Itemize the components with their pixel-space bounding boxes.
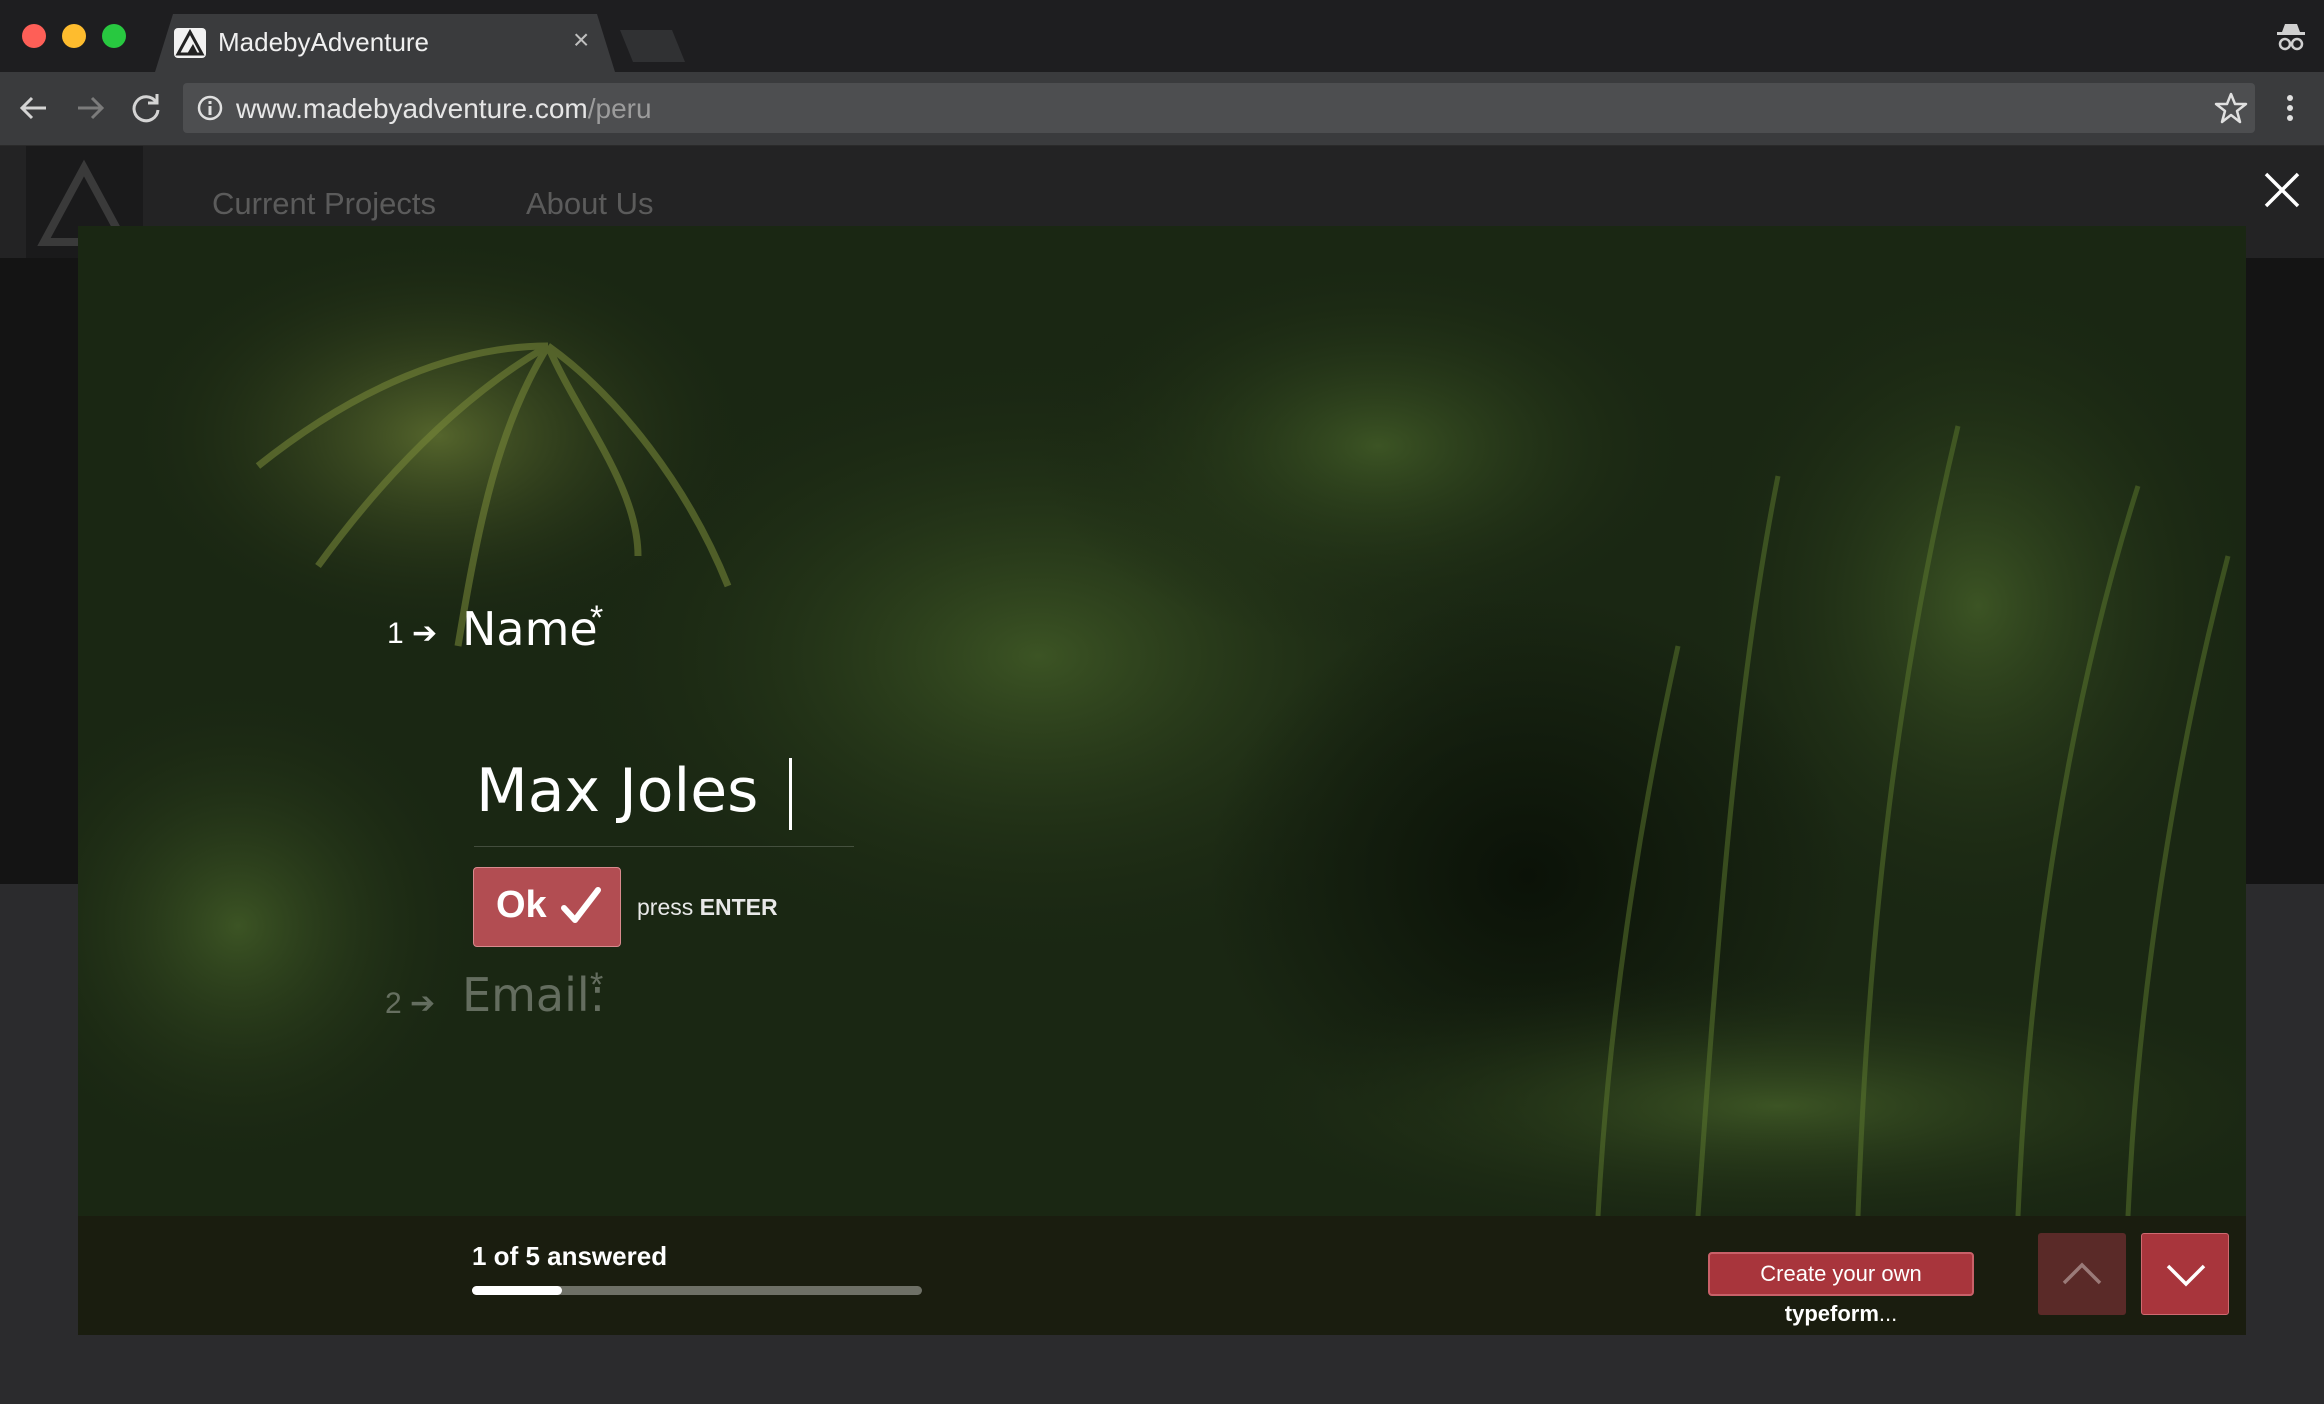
create-typeform-button[interactable]: Create your own typeform... (1708, 1252, 1974, 1326)
checkmark-icon (560, 884, 602, 928)
minimize-window-button[interactable] (62, 24, 86, 48)
site-info-icon[interactable] (196, 94, 224, 122)
required-asterisk: * (590, 966, 604, 1004)
maximize-window-button[interactable] (102, 24, 126, 48)
answered-count: 1 of 5 answered (472, 1241, 668, 1271)
chevron-down-icon (2166, 1264, 2206, 1287)
question-2-number: 2 ➔ (385, 987, 436, 1020)
browser-menu-icon[interactable] (2280, 91, 2300, 125)
arrow-right-icon: ➔ (412, 617, 438, 650)
jungle-background-image (78, 226, 2246, 1246)
arrow-right-icon: ➔ (410, 987, 436, 1020)
press-enter-hint: press ENTER (637, 894, 778, 920)
progress-bar (472, 1286, 922, 1295)
required-asterisk: * (590, 599, 604, 637)
previous-question-button[interactable] (2038, 1233, 2126, 1315)
question-2-label: Email: (462, 968, 606, 1022)
url-text[interactable]: www.madebyadventure.com/peru (236, 93, 652, 125)
tab-title: MadebyAdventure (218, 27, 430, 57)
reload-icon[interactable] (126, 88, 166, 128)
typeform-modal: 1 ➔ Name * Max Joles Ok press ENTER 2 ➔ … (78, 226, 2246, 1335)
close-window-button[interactable] (22, 24, 46, 48)
forward-icon[interactable] (70, 88, 110, 128)
answer-underline (474, 846, 854, 847)
close-modal-icon[interactable] (2260, 168, 2304, 212)
url-domain: www.madebyadventure.com (236, 93, 588, 124)
tab-close-icon[interactable]: × (573, 26, 589, 54)
progress-fill (472, 1286, 562, 1295)
site-favicon-icon (174, 28, 206, 58)
nav-current-projects[interactable]: Current Projects (212, 186, 436, 222)
question-1-label: Name (462, 602, 598, 656)
url-path: /peru (587, 93, 652, 124)
text-caret (789, 758, 792, 830)
ok-button[interactable]: Ok (473, 867, 621, 947)
next-question-button[interactable] (2141, 1233, 2229, 1315)
bookmark-star-icon[interactable] (2214, 91, 2248, 125)
name-answer-input[interactable]: Max Joles (476, 756, 758, 826)
question-1-number: 1 ➔ (387, 617, 438, 650)
ok-button-label: Ok (496, 884, 547, 926)
back-icon[interactable] (14, 88, 54, 128)
nav-about-us[interactable]: About Us (526, 186, 654, 222)
chevron-up-icon (2062, 1262, 2102, 1285)
incognito-icon (2274, 20, 2308, 54)
